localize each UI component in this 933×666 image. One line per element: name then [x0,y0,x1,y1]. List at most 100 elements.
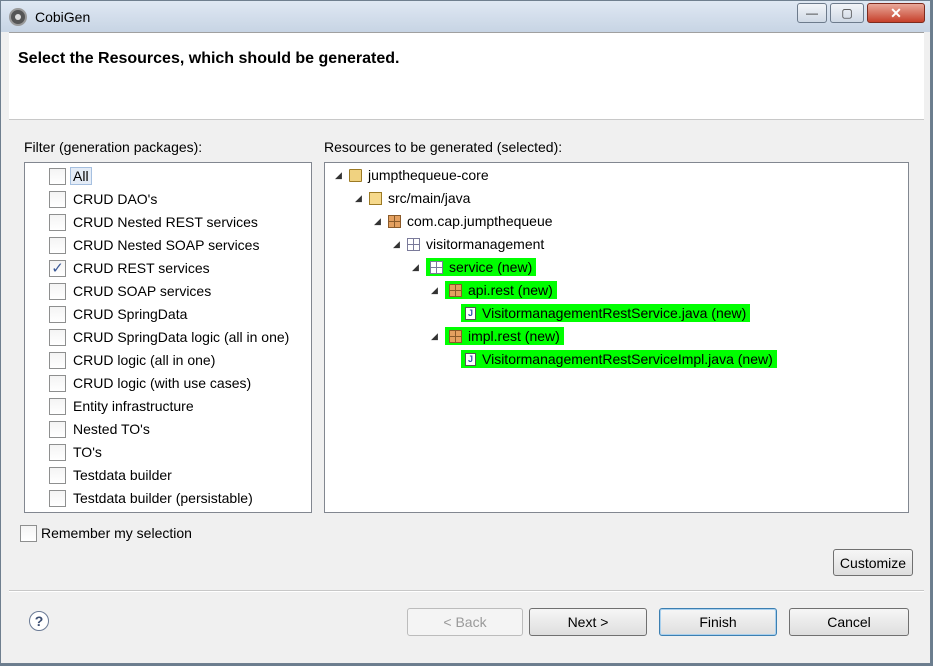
filter-item-crud-rest[interactable]: ✓ CRUD REST services [49,258,210,278]
remember-selection-label: Remember my selection [41,525,192,541]
expand-arrow-icon[interactable]: ◢ [412,262,422,273]
filter-item-label: CRUD logic (with use cases) [73,375,252,391]
dialog-window: CobiGen — ▢ ✕ Select the Resources, whic… [0,0,931,664]
checkbox[interactable] [49,190,66,208]
filter-item-all[interactable]: All [49,166,92,186]
tree-node-service[interactable]: ◢ service (new) [412,256,537,278]
checkbox[interactable] [49,282,66,300]
expand-arrow-icon[interactable]: ◢ [431,331,441,342]
package-icon [388,214,401,228]
tree-node-visitormanagement[interactable]: ◢ visitormanagement [393,233,544,255]
filter-item-label: CRUD DAO's [73,191,158,207]
filter-item-label: CRUD Nested SOAP services [73,237,260,253]
filter-item-crud-logic-all[interactable]: CRUD logic (all in one) [49,350,215,370]
window-title: CobiGen [35,9,91,25]
checkbox[interactable] [49,489,66,507]
checkbox[interactable] [49,167,66,185]
filter-item-crud-springdata[interactable]: CRUD SpringData [49,304,187,324]
checkbox-checked[interactable]: ✓ [49,259,66,277]
filter-item-crud-logic-usecases[interactable]: CRUD logic (with use cases) [49,373,251,393]
cobigen-app-icon [9,8,27,26]
package-icon [449,329,462,343]
checkbox[interactable] [49,328,66,346]
checkbox[interactable] [49,466,66,484]
tree-node-label: VisitormanagementRestService.java (new) [482,305,747,321]
tree-node-source-folder[interactable]: ◢ src/main/java [355,187,470,209]
expand-arrow-icon[interactable]: ◢ [355,193,365,204]
filter-item-label: CRUD SpringData logic (all in one) [73,329,290,345]
empty-package-icon [430,260,443,274]
tree-node-label: api.rest (new) [468,282,553,298]
checkbox[interactable] [20,524,37,542]
tree-node-package-root[interactable]: ◢ com.cap.jumpthequeue [374,210,553,232]
checkbox[interactable] [49,213,66,231]
checkbox[interactable] [49,397,66,415]
filter-item-nested-tos[interactable]: Nested TO's [49,419,150,439]
title-bar[interactable]: CobiGen — ▢ ✕ [1,1,930,32]
tree-node-rest-service-file[interactable]: J VisitormanagementRestService.java (new… [461,302,751,324]
filter-item-testdata-builder[interactable]: Testdata builder [49,465,172,485]
highlighted-node: impl.rest (new) [445,327,564,345]
filter-item-crud-soap[interactable]: CRUD SOAP services [49,281,211,301]
filter-item-testdata-builder-persistable[interactable]: Testdata builder (persistable) [49,488,253,508]
tree-node-rest-service-impl-file[interactable]: J VisitormanagementRestServiceImpl.java … [461,348,777,370]
maximize-button[interactable]: ▢ [830,3,864,23]
help-icon[interactable]: ? [29,611,49,631]
checkbox[interactable] [49,443,66,461]
tree-node-label: jumpthequeue-core [368,167,489,183]
checkbox[interactable] [49,305,66,323]
filter-item-label: All [70,167,92,185]
expand-arrow-icon[interactable]: ◢ [335,170,345,181]
minimize-button[interactable]: — [797,3,827,23]
highlighted-node: api.rest (new) [445,281,557,299]
filter-item-crud-springdata-logic[interactable]: CRUD SpringData logic (all in one) [49,327,289,347]
highlighted-node: J VisitormanagementRestServiceImpl.java … [461,350,777,368]
filter-item-crud-daos[interactable]: CRUD DAO's [49,189,157,209]
close-button[interactable]: ✕ [867,3,925,23]
highlighted-node: J VisitormanagementRestService.java (new… [461,304,751,322]
checkbox[interactable] [49,351,66,369]
remember-selection-checkbox[interactable]: Remember my selection [20,523,192,543]
filter-item-crud-nested-soap[interactable]: CRUD Nested SOAP services [49,235,259,255]
resources-label: Resources to be generated (selected): [324,139,563,155]
project-folder-icon [349,168,362,182]
tree-node-label: service (new) [449,259,533,275]
tree-node-label: visitormanagement [426,236,545,252]
empty-package-icon [407,237,420,251]
filter-item-label: Nested TO's [73,421,150,437]
expand-arrow-icon[interactable]: ◢ [393,239,403,250]
package-icon [449,283,462,297]
finish-button[interactable]: Finish [659,608,777,636]
filter-item-label: CRUD logic (all in one) [73,352,216,368]
checkbox[interactable] [49,420,66,438]
java-file-icon: J [465,352,476,366]
filter-list[interactable]: All CRUD DAO's CRUD Nested REST services… [24,162,312,513]
filter-item-crud-nested-rest[interactable]: CRUD Nested REST services [49,212,258,232]
tree-node-label: impl.rest (new) [468,328,560,344]
filter-label: Filter (generation packages): [24,139,203,155]
tree-node-label: com.cap.jumpthequeue [407,213,553,229]
filter-item-tos[interactable]: TO's [49,442,102,462]
expand-arrow-icon[interactable]: ◢ [374,216,384,227]
tree-node-project[interactable]: ◢ jumpthequeue-core [335,164,489,186]
filter-item-label: Testdata builder (persistable) [73,490,253,506]
java-file-icon: J [465,306,476,320]
footer-separator [9,590,924,592]
filter-item-label: CRUD Nested REST services [73,214,258,230]
tree-node-api-rest[interactable]: ◢ api.rest (new) [431,279,557,301]
tree-node-impl-rest[interactable]: ◢ impl.rest (new) [431,325,564,347]
customize-button[interactable]: Customize [833,549,913,576]
back-button[interactable]: < Back [407,608,523,636]
cancel-button[interactable]: Cancel [789,608,909,636]
filter-item-label: CRUD SpringData [73,306,188,322]
filter-item-label: Testdata builder [73,467,172,483]
filter-item-entity-infrastructure[interactable]: Entity infrastructure [49,396,194,416]
filter-item-label: TO's [73,444,102,460]
filter-item-label: Entity infrastructure [73,398,194,414]
checkbox[interactable] [49,374,66,392]
checkbox[interactable] [49,236,66,254]
tree-node-label: src/main/java [388,190,471,206]
expand-arrow-icon[interactable]: ◢ [431,285,441,296]
next-button[interactable]: Next > [529,608,647,636]
resources-tree[interactable]: ◢ jumpthequeue-core ◢ src/main/java ◢ co… [324,162,909,513]
